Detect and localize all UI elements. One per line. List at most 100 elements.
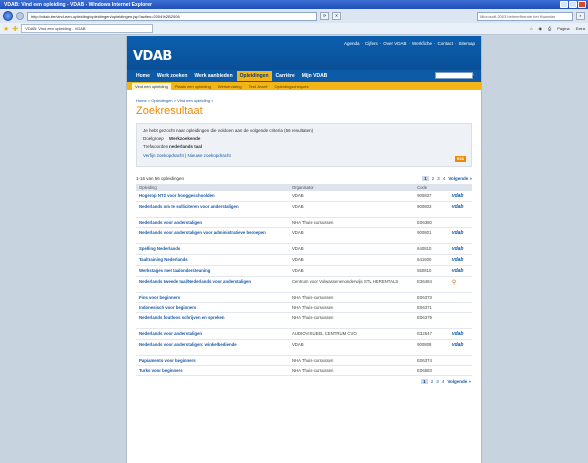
course-title-link[interactable]: Nederlands om te solliciteren voor ander… (136, 201, 289, 218)
course-title-link[interactable]: Hogerop NT2 voor hooggeschoolden (136, 191, 289, 202)
vdab-logo[interactable]: VDAB (133, 49, 172, 64)
top-link-contact[interactable]: Contact (437, 41, 453, 46)
feeds-icon[interactable]: ◉ (538, 26, 542, 31)
course-organizer: NHA Thuis-cursussen (288, 355, 415, 366)
refine-search-link[interactable]: Verfijn zoekopdracht | Nieuwe zoekopdrac… (143, 153, 465, 158)
course-title-link[interactable]: Papiamento voor beginners (136, 355, 289, 366)
course-organizer: VDAB (288, 243, 415, 255)
course-title-link[interactable]: Nederlands voor anderstaligen: winkelbed… (136, 339, 289, 356)
course-title-link[interactable]: Nederlands voor anderstaligen voor admin… (136, 227, 289, 244)
page-3-bottom[interactable]: 3 (436, 379, 439, 384)
course-title-link[interactable]: Spelling Nederlands (136, 243, 289, 255)
browser-tools: ⌂ ◉ ⎙ Pagina Extra (530, 26, 585, 31)
course-organizer: VDAB (288, 254, 415, 266)
search-criteria-box: Je hebt gezocht naar opleidingen die vol… (136, 123, 472, 167)
col-opleiding[interactable]: Opleiding (136, 184, 289, 191)
top-link-sitemap[interactable]: Sitemap (458, 41, 475, 46)
site-search-icon[interactable]: › (472, 72, 477, 79)
course-code: E06374 (414, 355, 449, 366)
course-title-link[interactable]: Indonesisch voor beginners (136, 302, 289, 313)
course-organizer: AUDIOVISUEEL CENTRUM CVO (288, 328, 415, 340)
print-icon[interactable]: ⎙ (548, 26, 551, 31)
top-link-over-vdab[interactable]: Over VDAB (383, 41, 406, 46)
breadcrumb[interactable]: Home > Opleidingen > Vind een opleiding … (136, 98, 472, 103)
subnav-test-jezelf[interactable]: Test Jezelf (246, 83, 271, 90)
course-title-link[interactable]: Fins voor beginners (136, 292, 289, 303)
course-organizer: NHA Thuis-cursussen (288, 302, 415, 313)
subnav-werkervaring[interactable]: Werkervaring (215, 83, 245, 90)
page-2[interactable]: 2 (432, 176, 435, 181)
badge-cell: vdab (448, 328, 472, 340)
nav-carriere[interactable]: Carrière (273, 71, 298, 81)
page-1[interactable]: 1 (422, 176, 429, 181)
rss-button[interactable]: RSS (454, 156, 466, 162)
table-row: Werkstages met taalondersteuning VDAB 5508… (136, 265, 472, 277)
window-titlebar: VDAB: Vind een opleiding - VDAB - Window… (0, 0, 588, 9)
top-pager: 1 2 3 4 Volgende » (422, 176, 472, 181)
table-row: Papiamento voor beginners NHA Thuis-cursu… (136, 355, 472, 366)
course-organizer: VDAB (288, 191, 415, 202)
top-link-cijfers[interactable]: Cijfers (365, 41, 378, 46)
page-2-bottom[interactable]: 2 (431, 379, 434, 384)
table-header-row: Opleiding Organisator Code (136, 184, 472, 191)
add-favorite-icon[interactable]: ✚ (12, 25, 18, 33)
back-button[interactable] (3, 11, 13, 21)
url-input[interactable]: http://vdab.be/vind-een-opleiding/opleid… (27, 11, 317, 21)
top-link-werkfiche[interactable]: Werkfiche (412, 41, 432, 46)
course-title-link[interactable]: Nederlands voor anderstaligen (136, 328, 289, 340)
page-3[interactable]: 3 (437, 176, 440, 181)
badge-cell (448, 312, 472, 329)
col-organisator[interactable]: Organisator (288, 184, 415, 191)
refresh-button[interactable]: ⟳ (320, 12, 329, 20)
nav-werk-aanbieden[interactable]: Werk aanbieden (191, 71, 235, 81)
course-code: E06371 (414, 302, 449, 313)
page-menu[interactable]: Pagina (557, 26, 569, 31)
vdab-badge-icon: vdab (451, 204, 464, 210)
table-row: Nederlands tweede taal/Nederlands voor a… (136, 276, 472, 293)
top-links: Agenda · Cijfers · Over VDAB · Werkfiche · C… (343, 41, 475, 46)
search-icon[interactable]: ⌕ (576, 12, 585, 20)
course-code: 900837 (414, 191, 449, 202)
course-title-link[interactable]: Taaltraining Nederlands (136, 254, 289, 266)
maximize-button[interactable] (569, 1, 577, 8)
next-page-link-bottom[interactable]: Volgende » (447, 379, 471, 384)
col-code[interactable]: Code (414, 184, 449, 191)
window-controls (560, 1, 586, 8)
stop-button[interactable]: ✕ (332, 12, 341, 20)
tools-menu[interactable]: Extra (576, 26, 585, 31)
course-code: 900803 (414, 201, 449, 218)
nav-werk-zoeken[interactable]: Werk zoeken (154, 71, 190, 81)
top-link-agenda[interactable]: Agenda (344, 41, 360, 46)
minimize-button[interactable] (560, 1, 568, 8)
close-button[interactable] (578, 1, 586, 8)
vdab-badge-icon: vdab (451, 193, 464, 199)
nav-opleidingen[interactable]: Opleidingen (236, 71, 272, 81)
site-search-input[interactable] (435, 72, 473, 79)
page-1-bottom[interactable]: 1 (421, 379, 428, 384)
subnav-opleidingscheques[interactable]: Opleidingscheques (272, 83, 312, 90)
page-4[interactable]: 4 (443, 176, 446, 181)
address-bar: http://vdab.be/vind-een-opleiding/opleid… (0, 9, 588, 23)
nav-mijn-vdab[interactable]: Mijn VDAB (299, 71, 331, 81)
forward-button[interactable] (16, 12, 24, 20)
subnav-plaats-een-opleiding[interactable]: Plaats een opleiding (172, 83, 214, 90)
course-title-link[interactable]: Nederlands foutloos schrijven en spreken (136, 312, 289, 329)
table-row: Spelling Nederlands VDAB 640810 vdab (136, 243, 472, 255)
browser-tab[interactable]: VDAB: Vind een opleiding - VDAB (21, 24, 154, 33)
nav-home[interactable]: Home (133, 71, 153, 81)
course-title-link[interactable]: Werkstages met taalondersteuning (136, 265, 289, 277)
favorites-star-icon[interactable]: ★ (3, 25, 9, 33)
badge-cell (448, 302, 472, 313)
badge-cell: vdab (448, 243, 472, 255)
page-title: Zoekresultaat (136, 105, 203, 117)
home-icon[interactable]: ⌂ (530, 26, 532, 31)
table-row: Nederlands voor anderstaligen AUDIOVISUEE… (136, 328, 472, 340)
course-title-link[interactable]: Nederlands tweede taal/Nederlands voor a… (136, 276, 289, 293)
subnav-vind-een-opleiding[interactable]: Vind een opleiding (132, 82, 171, 90)
course-code: 640810 (414, 243, 449, 255)
page-4-bottom[interactable]: 4 (442, 379, 445, 384)
course-title-link[interactable]: Nederlands voor anderstaligen (136, 217, 289, 228)
next-page-link[interactable]: Volgende » (448, 176, 472, 181)
browser-search-input[interactable]: Microsoft 2003 beheerfhende het Kwamier (477, 11, 573, 21)
course-title-link[interactable]: Turks voor beginners (136, 365, 289, 376)
